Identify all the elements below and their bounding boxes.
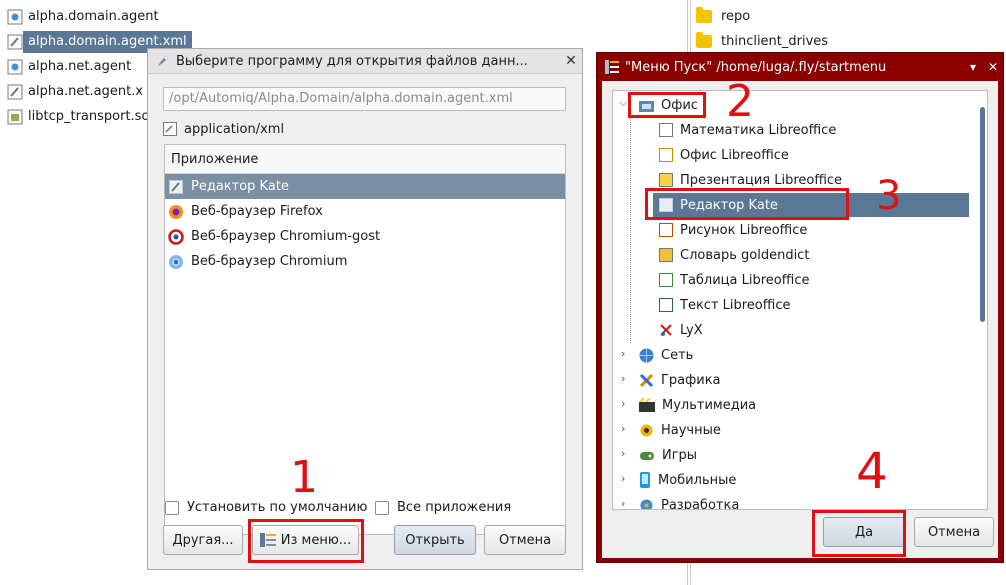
expanded-arrow-icon[interactable]: ⌵	[619, 96, 627, 110]
dialog-title: Выберите программу для открытия файлов д…	[176, 53, 528, 69]
collapsed-arrow-icon[interactable]: ›	[621, 447, 625, 460]
tree-folder-games[interactable]: Игры	[639, 443, 697, 467]
all-apps-checkbox[interactable]: Все приложения	[375, 500, 511, 515]
other-button[interactable]: Другая...	[163, 525, 243, 555]
tree-item[interactable]: Презентация Libreoffice	[659, 168, 842, 192]
text-file-icon	[7, 84, 23, 99]
presentation-app-icon	[659, 173, 673, 187]
dialog-titlebar[interactable]: "Меню Пуск" /home/luga/.fly/startmenu ▾ …	[597, 53, 1003, 81]
app-item-kate[interactable]: Редактор Kate	[165, 174, 565, 199]
file-item[interactable]: libtcp_transport.so	[7, 105, 154, 128]
lyx-icon	[660, 324, 672, 336]
close-icon[interactable]: ✕	[983, 60, 1003, 74]
text-app-icon	[659, 298, 673, 312]
menu-list-icon	[605, 60, 619, 74]
cancel-button[interactable]: Отмена	[914, 517, 994, 547]
checkbox-box[interactable]	[165, 500, 179, 515]
tree-guide	[630, 111, 631, 343]
text-file-icon	[7, 34, 23, 49]
set-default-checkbox[interactable]: Установить по умолчанию	[165, 500, 367, 515]
library-file-icon	[7, 109, 23, 124]
start-menu-dialog: "Меню Пуск" /home/luga/.fly/startmenu ▾ …	[596, 52, 1004, 563]
open-with-dialog: Выберите программу для открытия файлов д…	[147, 48, 583, 570]
tree-item[interactable]: Рисунок Libreoffice	[659, 218, 807, 242]
annotation-number-1: 1	[290, 452, 318, 503]
app-item-firefox[interactable]: Веб-браузер Firefox	[165, 199, 565, 224]
application-list[interactable]: Приложение Редактор Kate Веб-браузер Fir…	[164, 144, 566, 535]
tree-item[interactable]: Таблица Libreoffice	[659, 268, 809, 292]
menu-list-icon	[259, 533, 276, 547]
graphics-icon	[639, 373, 654, 387]
list-header: Приложение	[165, 145, 565, 174]
office-folder-icon	[639, 100, 654, 112]
collapsed-arrow-icon[interactable]: ›	[621, 372, 625, 385]
folder-icon	[696, 32, 712, 48]
tree-folder-mobile[interactable]: Мобильные	[639, 468, 736, 492]
tree-item[interactable]: Текст Libreoffice	[659, 293, 790, 317]
tree-folder-graphics[interactable]: Графика	[639, 368, 721, 392]
kate-icon	[659, 198, 673, 212]
xml-file-icon	[163, 122, 177, 136]
tree-item[interactable]: LyX	[659, 318, 703, 342]
draw-app-icon	[659, 223, 673, 237]
checkbox-box[interactable]	[375, 500, 389, 515]
gamepad-icon	[640, 451, 654, 460]
folder-item[interactable]: repo	[696, 5, 755, 28]
close-icon[interactable]: ✕	[560, 53, 582, 69]
globe-icon	[639, 348, 654, 362]
file-item[interactable]: alpha.net.agent	[7, 55, 136, 78]
file-item[interactable]: alpha.net.agent.x	[7, 80, 148, 103]
chromium-icon	[169, 254, 183, 269]
folder-icon	[696, 7, 712, 23]
clapperboard-icon	[639, 398, 655, 412]
chromium-gost-icon	[168, 228, 184, 245]
development-icon	[640, 499, 653, 509]
dialog-title: "Меню Пуск" /home/luga/.fly/startmenu	[625, 59, 887, 75]
spreadsheet-app-icon	[659, 273, 673, 287]
collapsed-arrow-icon[interactable]: ›	[621, 422, 625, 435]
firefox-icon	[169, 204, 183, 219]
science-icon	[640, 424, 653, 436]
tree-folder-office[interactable]: Офис	[639, 93, 698, 117]
annotation-number-4: 4	[856, 442, 888, 500]
yes-button[interactable]: Да	[823, 517, 905, 547]
from-menu-button[interactable]: Из меню...	[252, 525, 359, 555]
gear-file-icon	[7, 9, 23, 24]
folder-item[interactable]: thinclient_drives	[696, 30, 833, 53]
app-item-chromium[interactable]: Веб-браузер Chromium	[165, 249, 565, 274]
mime-type-row: application/xml	[163, 119, 284, 139]
collapsed-arrow-icon[interactable]: ›	[621, 497, 625, 509]
minimize-icon[interactable]: ▾	[963, 60, 983, 74]
menu-tree[interactable]: ⌵ Офис Математика Libreoffice Офис Libre…	[612, 90, 988, 510]
dictionary-app-icon	[659, 248, 673, 262]
collapsed-arrow-icon[interactable]: ›	[621, 397, 625, 410]
vertical-scrollbar[interactable]	[980, 107, 985, 322]
dialog-body: ⌵ Офис Математика Libreoffice Офис Libre…	[602, 81, 998, 558]
tree-folder-multimedia[interactable]: Мультимедиа	[639, 393, 756, 417]
open-button[interactable]: Открыть	[394, 525, 476, 555]
tree-item[interactable]: Офис Libreoffice	[659, 143, 789, 167]
rocket-icon	[158, 56, 168, 66]
collapsed-arrow-icon[interactable]: ›	[621, 347, 625, 360]
annotation-number-2: 2	[726, 76, 754, 127]
tree-folder-science[interactable]: Научные	[639, 418, 721, 442]
math-app-icon	[659, 123, 673, 137]
kate-icon	[169, 179, 183, 194]
office-app-icon	[659, 148, 673, 162]
gear-file-icon	[7, 59, 23, 74]
collapsed-arrow-icon[interactable]: ›	[621, 472, 625, 485]
cancel-button[interactable]: Отмена	[484, 525, 566, 555]
file-path-field[interactable]: /opt/Automiq/Alpha.Domain/alpha.domain.a…	[163, 87, 566, 111]
file-item[interactable]: alpha.domain.agent	[7, 5, 164, 28]
tree-item[interactable]: Словарь goldendict	[659, 243, 809, 267]
tree-item-kate-selected[interactable]: Редактор Kate	[653, 193, 969, 217]
dialog-titlebar[interactable]: Выберите программу для открытия файлов д…	[148, 49, 582, 74]
phone-icon	[640, 472, 650, 488]
app-item-chromium-gost[interactable]: Веб-браузер Chromium-gost	[165, 224, 565, 249]
tree-folder-network[interactable]: Сеть	[639, 343, 693, 367]
tree-folder-development[interactable]: Разработка	[639, 493, 739, 509]
annotation-number-3: 3	[876, 173, 902, 219]
